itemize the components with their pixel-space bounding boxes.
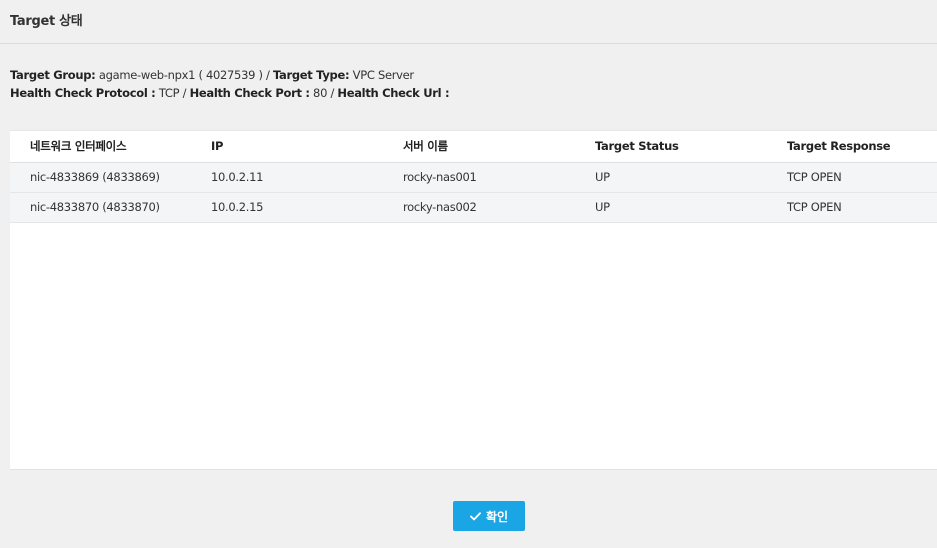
target-table-container: 네트워크 인터페이스 IP 서버 이름 Target Status Target…: [10, 130, 937, 470]
target-group-label: Target Group:: [10, 68, 96, 82]
table-row: nic-4833869 (4833869) 10.0.2.11 rocky-na…: [10, 162, 937, 193]
target-info: Target Group: agame-web-npx1 ( 4027539 )…: [10, 66, 450, 102]
cell-ip: 10.0.2.15: [191, 192, 383, 223]
separator: /: [266, 68, 270, 82]
cell-target-status: UP: [575, 192, 767, 223]
separator: /: [182, 86, 187, 100]
cell-target-status: UP: [575, 162, 767, 193]
column-header-target-response: Target Response: [767, 131, 937, 163]
separator: /: [330, 86, 335, 100]
cell-server-name: rocky-nas001: [383, 162, 575, 193]
confirm-button[interactable]: 확인: [453, 501, 525, 531]
health-check-protocol-value: TCP: [158, 86, 180, 100]
table-row: nic-4833870 (4833870) 10.0.2.15 rocky-na…: [10, 192, 937, 223]
cell-network-interface: nic-4833870 (4833870): [10, 192, 191, 223]
column-header-target-status: Target Status: [575, 131, 767, 163]
target-table: 네트워크 인터페이스 IP 서버 이름 Target Status Target…: [10, 131, 937, 223]
confirm-button-label: 확인: [485, 509, 509, 524]
column-header-ip: IP: [191, 131, 383, 163]
table-header-row: 네트워크 인터페이스 IP 서버 이름 Target Status Target…: [10, 131, 937, 163]
target-info-line-1: Target Group: agame-web-npx1 ( 4027539 )…: [10, 66, 449, 84]
cell-ip: 10.0.2.11: [191, 162, 383, 193]
target-group-value: agame-web-npx1 ( 4027539 ): [98, 68, 263, 82]
target-type-label: Target Type:: [272, 68, 350, 82]
cell-target-response: TCP OPEN: [767, 162, 937, 193]
cell-network-interface: nic-4833869 (4833869): [10, 162, 191, 193]
health-check-port-value: 80: [313, 86, 328, 100]
cell-target-response: TCP OPEN: [767, 192, 937, 223]
target-status-dialog: Target 상태 Target Group: agame-web-npx1 (…: [0, 0, 937, 548]
dialog-title: Target 상태: [10, 14, 83, 29]
health-check-url-label: Health Check Url :: [337, 86, 450, 100]
target-info-line-2: Health Check Protocol : TCP / Health Che…: [10, 84, 450, 102]
health-check-port-label: Health Check Port :: [189, 86, 310, 100]
health-check-protocol-label: Health Check Protocol :: [10, 86, 156, 100]
target-type-value: VPC Server: [352, 68, 415, 82]
cell-server-name: rocky-nas002: [383, 192, 575, 223]
check-icon: [470, 511, 481, 521]
dialog-header: Target 상태: [0, 0, 937, 44]
column-header-network-interface: 네트워크 인터페이스: [10, 131, 191, 163]
column-header-server-name: 서버 이름: [383, 131, 575, 163]
